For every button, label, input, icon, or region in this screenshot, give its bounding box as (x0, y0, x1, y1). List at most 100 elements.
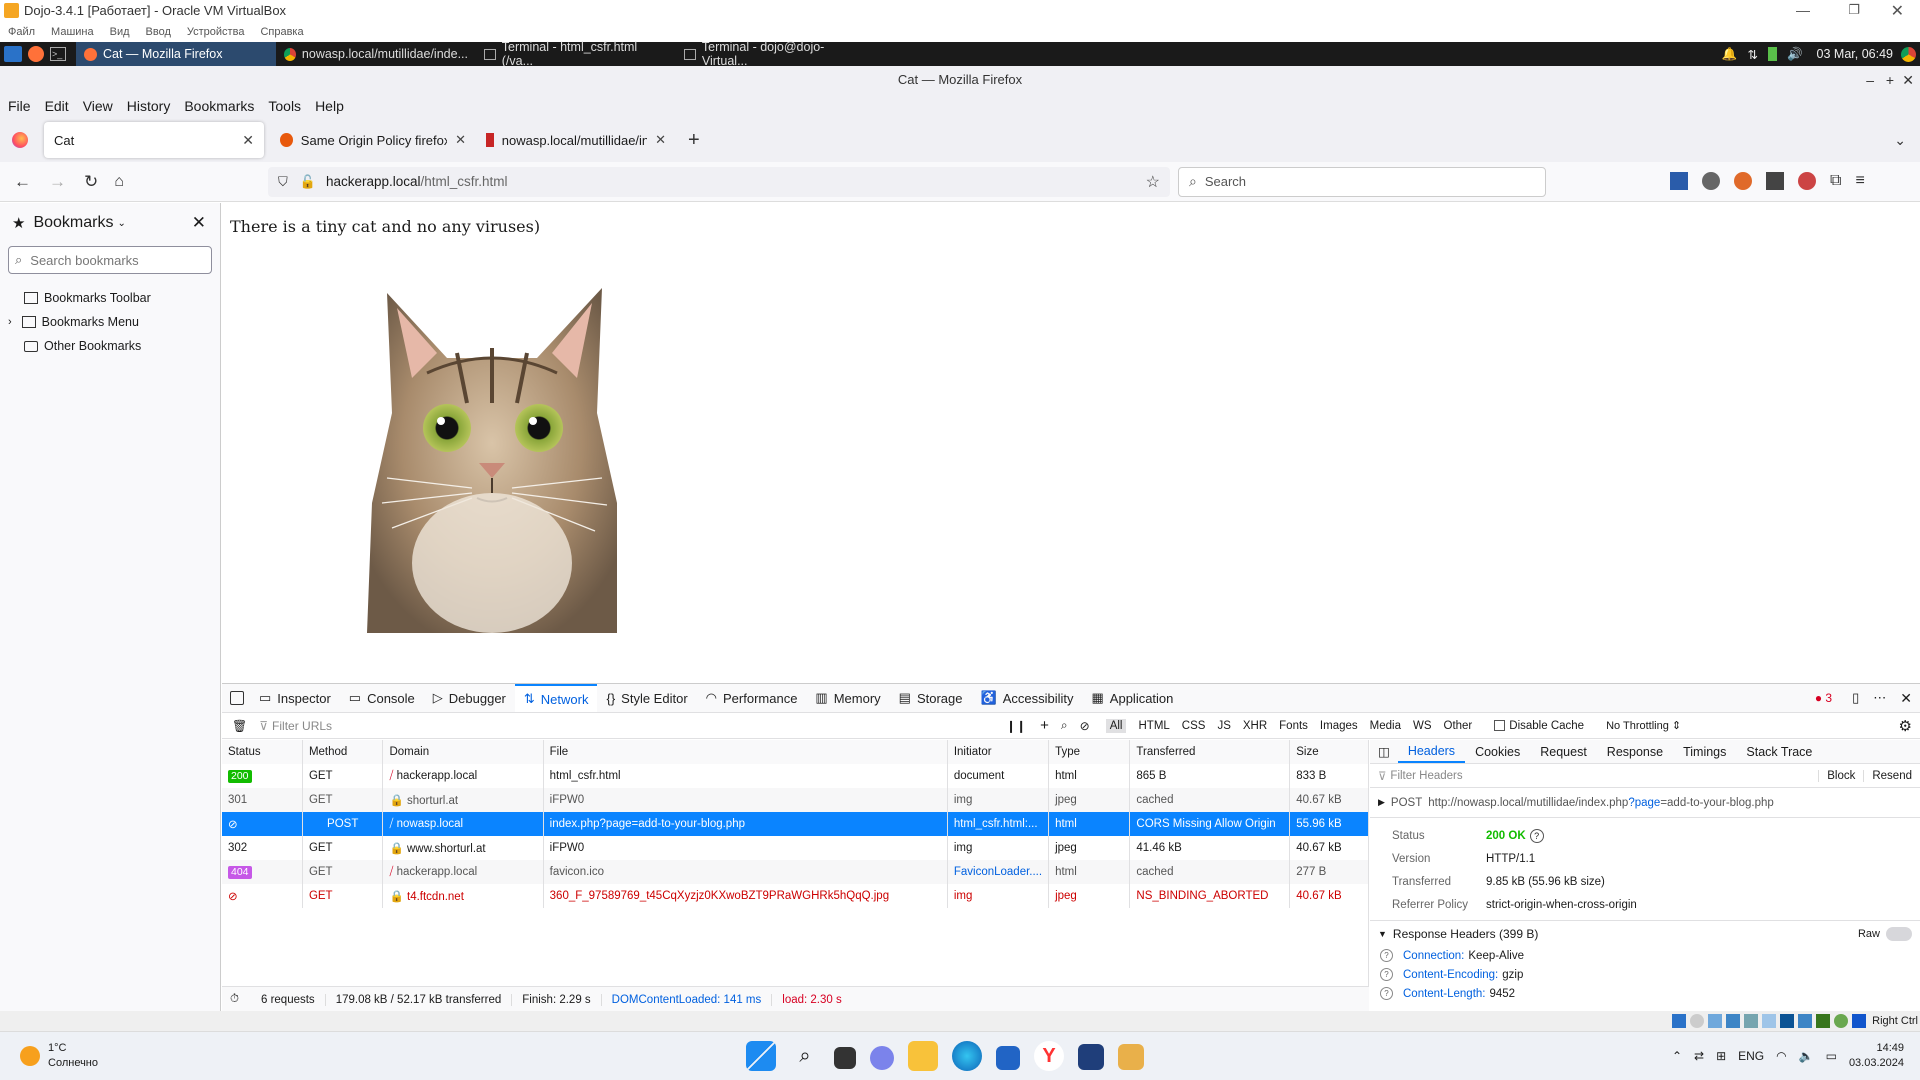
sidebar-title[interactable]: Bookmarks (33, 214, 113, 232)
edge-icon[interactable] (952, 1041, 982, 1071)
bookmark-folder-menu[interactable]: › Bookmarks Menu (0, 310, 220, 334)
tab-close-icon[interactable]: ✕ (242, 132, 254, 149)
devtools-close-icon[interactable]: ✕ (1900, 690, 1912, 707)
guest-clock[interactable]: 03 Mar, 06:49 (1817, 47, 1893, 61)
mouse-icon[interactable] (1834, 1014, 1849, 1028)
forward-icon[interactable]: → (49, 172, 66, 192)
display-icon[interactable] (1780, 1014, 1795, 1028)
col-method[interactable]: Method (302, 740, 384, 764)
tab-network[interactable]: ⇅ Network (514, 684, 598, 712)
chrome-tray-icon[interactable] (1901, 46, 1916, 62)
menu-history[interactable]: History (127, 98, 171, 114)
search-bookmarks-input[interactable]: ⌕ Search bookmarks (8, 246, 212, 274)
add-icon[interactable]: + (1040, 717, 1049, 734)
col-size[interactable]: Size (1289, 740, 1369, 764)
tab-performance[interactable]: ◠ Performance (697, 684, 807, 712)
battery-icon[interactable]: ▭ (1826, 1049, 1837, 1063)
new-tab-icon[interactable]: + (688, 129, 700, 152)
tab-memory[interactable]: ▥ Memory (806, 684, 889, 712)
virtualbox-taskbar-icon[interactable] (1078, 1044, 1104, 1070)
settings-gear-icon[interactable]: ⚙ (1899, 717, 1912, 735)
block-icon[interactable]: ⊘ (1080, 719, 1090, 733)
list-tabs-chevron-icon[interactable]: ⌄ (1894, 132, 1906, 149)
filter-js[interactable]: JS (1217, 720, 1230, 732)
col-transferred[interactable]: Transferred (1129, 740, 1291, 764)
bookmark-folder-toolbar[interactable]: Bookmarks Toolbar (0, 286, 220, 310)
firefox-view-icon[interactable] (12, 132, 28, 148)
filter-urls-input[interactable]: Filter URLs (272, 719, 992, 733)
vb-menu-input[interactable]: Ввод (146, 26, 171, 38)
guest-task-terminal-2[interactable]: Terminal - dojo@dojo-Virtual... (676, 40, 876, 68)
extensions-puzzle-icon[interactable]: ⧉ (1830, 172, 1841, 190)
filter-headers-input[interactable]: Filter Headers (1390, 770, 1818, 782)
col-type[interactable]: Type (1048, 740, 1131, 764)
tray-app-icon[interactable]: ⇄ (1694, 1049, 1704, 1063)
extension-icon-e[interactable] (1798, 172, 1816, 190)
ff-minimize-icon[interactable]: – (1866, 66, 1874, 94)
guest-task-terminal-1[interactable]: Terminal - html_csfr.html (/va... (476, 40, 676, 68)
vb-menu-view[interactable]: Вид (110, 26, 130, 38)
search-icon[interactable]: ⌕ (790, 1041, 820, 1071)
url-bar[interactable]: ⛉ 🔓 hackerapp.local/html_csfr.html ☆ (268, 166, 1170, 197)
tab-inspector[interactable]: ▭ Inspector (250, 684, 340, 712)
resend-button[interactable]: Resend (1863, 769, 1920, 782)
vb-menu-help[interactable]: Справка (260, 26, 303, 38)
harddisk-icon[interactable] (1672, 1014, 1687, 1028)
tab-cookies[interactable]: Cookies (1465, 742, 1530, 762)
tab-close-icon[interactable]: ✕ (455, 132, 466, 148)
wifi-icon[interactable]: ◠ (1776, 1049, 1786, 1063)
shared-folder-icon[interactable] (1762, 1014, 1777, 1028)
expand-arrow-icon[interactable]: › (8, 316, 12, 328)
bookmark-star-icon[interactable]: ☆ (1146, 172, 1160, 192)
extension-icon-c[interactable] (1734, 172, 1752, 190)
system-clock[interactable]: 14:49 03.03.2024 (1849, 1041, 1904, 1071)
vb-menu-machine[interactable]: Машина (51, 26, 94, 38)
filter-fonts[interactable]: Fonts (1279, 720, 1308, 732)
bell-icon[interactable]: 🔔 (1722, 47, 1738, 62)
tab-response[interactable]: Response (1597, 742, 1673, 762)
tab-same-origin[interactable]: Same Origin Policy firefox at t ✕ (270, 122, 476, 158)
tab-application[interactable]: ▦ Application (1083, 684, 1183, 712)
restore-icon[interactable]: ❐ (1848, 2, 1860, 18)
volume-icon[interactable]: 🔊 (1787, 47, 1803, 62)
tab-console[interactable]: ▭ Console (340, 684, 424, 712)
request-summary-line[interactable]: ▶ POST http://nowasp.local/mutillidae/in… (1370, 788, 1920, 818)
help-icon[interactable]: ? (1529, 828, 1544, 843)
toggle-panel-icon[interactable]: ◫ (1378, 744, 1390, 759)
ff-close-icon[interactable]: ✕ (1902, 66, 1914, 94)
tray-chevron-icon[interactable]: ⌃ (1672, 1049, 1682, 1063)
chevron-down-icon[interactable]: ⌄ (117, 218, 125, 229)
tab-cat[interactable]: Cat ✕ (44, 122, 264, 158)
teams-icon[interactable] (870, 1045, 894, 1070)
block-button[interactable]: Block (1818, 769, 1863, 782)
help-icon[interactable]: ? (1380, 968, 1393, 981)
hamburger-menu-icon[interactable]: ≡ (1855, 172, 1864, 190)
menu-view[interactable]: View (83, 98, 113, 114)
menu-bookmarks[interactable]: Bookmarks (184, 98, 254, 114)
vb-menu-devices[interactable]: Устройства (187, 26, 245, 38)
app-menu-icon[interactable] (4, 46, 22, 62)
yandex-browser-icon[interactable]: Y (1034, 1041, 1064, 1071)
tab-accessibility[interactable]: ♿ Accessibility (972, 684, 1083, 712)
weather-widget[interactable]: 1°C Солнечно (20, 1041, 98, 1071)
throttling-select[interactable]: No Throttling ⇕ (1606, 719, 1681, 732)
insecure-lock-icon[interactable]: 🔓 (300, 174, 316, 190)
tab-request[interactable]: Request (1530, 742, 1597, 762)
minimize-icon[interactable]: — (1796, 2, 1810, 18)
table-row[interactable]: ⊘ GET 🔒 t4.ftcdn.net 360_F_97589769_t45C… (222, 884, 1369, 908)
help-icon[interactable]: ? (1380, 949, 1393, 962)
filter-other[interactable]: Other (1444, 720, 1473, 732)
bookmark-folder-other[interactable]: Other Bookmarks (0, 334, 220, 358)
col-file[interactable]: File (543, 740, 948, 764)
menu-file[interactable]: File (8, 98, 31, 114)
tab-close-icon[interactable]: ✕ (655, 132, 666, 148)
disable-cache-checkbox[interactable] (1494, 720, 1506, 731)
search-bar[interactable]: ⌕ Search (1178, 166, 1546, 197)
vb-menu-file[interactable]: Файл (8, 26, 35, 38)
filter-images[interactable]: Images (1320, 720, 1358, 732)
tab-style-editor[interactable]: {} Style Editor (597, 684, 696, 712)
tab-headers[interactable]: Headers (1397, 741, 1466, 763)
ff-maximize-icon[interactable]: + (1886, 66, 1894, 94)
task-view-icon[interactable] (834, 1047, 856, 1069)
volume-icon[interactable]: 🔈 (1799, 1049, 1814, 1063)
